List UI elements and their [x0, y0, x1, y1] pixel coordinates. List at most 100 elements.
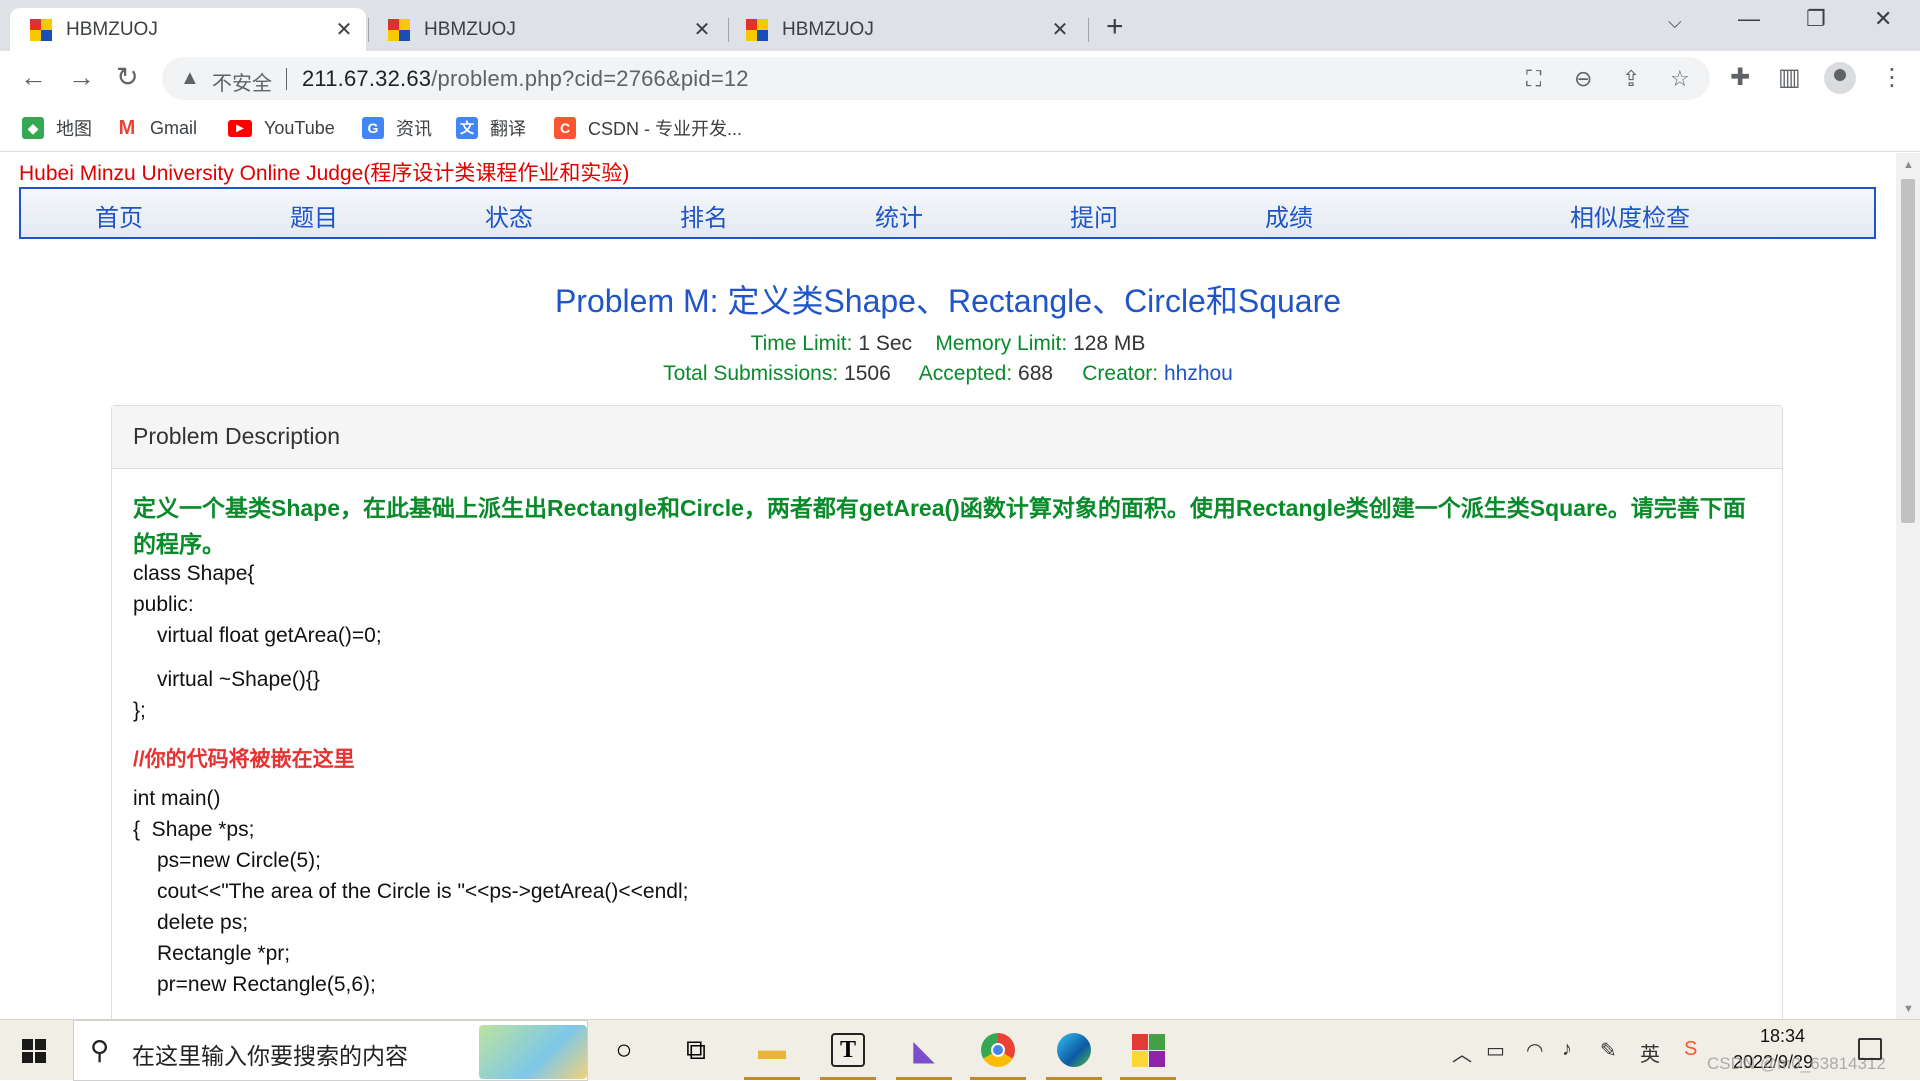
- bookmark-label: Gmail: [150, 117, 198, 138]
- page-viewport: Hubei Minzu University Online Judge(程序设计…: [0, 153, 1896, 1019]
- colorful-app-icon[interactable]: [1120, 1030, 1176, 1080]
- tab-separator: [1088, 18, 1089, 42]
- tab-title: HBMZUOJ: [782, 18, 874, 40]
- bookmark-label: 翻译: [490, 119, 526, 139]
- creator-link[interactable]: hhzhou: [1164, 362, 1233, 385]
- news-icon: G: [362, 117, 384, 139]
- code-line: class Shape{: [133, 562, 255, 585]
- tab-2[interactable]: HBMZUOJ ✕: [368, 8, 724, 51]
- forward-arrow-icon[interactable]: →: [68, 62, 95, 93]
- minimize-icon[interactable]: —: [1738, 6, 1760, 32]
- typora-icon[interactable]: T: [820, 1030, 876, 1080]
- url-path: /problem.php?cid=2766&pid=12: [431, 66, 749, 91]
- warning-triangle-icon[interactable]: ▲: [180, 67, 200, 90]
- address-divider: [286, 68, 287, 90]
- windows-start-icon[interactable]: [22, 1039, 46, 1063]
- code-line: pr=new Rectangle(5,6);: [157, 973, 376, 996]
- tab-close-icon[interactable]: ✕: [688, 17, 716, 42]
- tab-3[interactable]: HBMZUOJ ✕: [726, 8, 1082, 51]
- zoom-out-icon[interactable]: ⊖: [1574, 66, 1592, 92]
- site-favicon-icon: [388, 18, 410, 41]
- share-icon[interactable]: ⇪: [1622, 66, 1640, 92]
- page-scrollbar[interactable]: ▲ ▼: [1896, 153, 1920, 1019]
- windows-taskbar: ⚲ 在这里输入你要搜索的内容 ○ ⧉ ▬ T ◣ ︿ ▭ ◠ ♪ ✎ 英 S 1…: [0, 1019, 1920, 1081]
- search-highlight-illustration: [479, 1025, 587, 1079]
- volume-icon[interactable]: ♪: [1562, 1038, 1572, 1061]
- nav-home[interactable]: 首页: [95, 198, 143, 233]
- time-limit-value: 1 Sec: [858, 332, 913, 355]
- battery-icon[interactable]: ▭: [1486, 1038, 1505, 1063]
- nav-similarity-check[interactable]: 相似度检查: [1570, 198, 1690, 233]
- tray-expand-chevron-icon[interactable]: ︿: [1452, 1038, 1472, 1067]
- tab-1[interactable]: HBMZUOJ ✕: [10, 8, 366, 51]
- wifi-icon[interactable]: ◠: [1526, 1038, 1543, 1063]
- bookmark-maps[interactable]: ◆ 地图: [22, 114, 92, 142]
- nav-statistics[interactable]: 统计: [875, 198, 923, 233]
- embed-note: //你的代码将被嵌在这里: [133, 748, 355, 771]
- translate-icon: 文: [456, 117, 478, 139]
- maps-icon: ◆: [22, 117, 44, 139]
- cortana-circle-icon[interactable]: ○: [604, 1030, 644, 1070]
- bookmark-youtube[interactable]: ▶ YouTube: [228, 114, 335, 142]
- code-line: Rectangle *pr;: [157, 942, 291, 965]
- taskbar-search-box[interactable]: ⚲ 在这里输入你要搜索的内容: [73, 1020, 588, 1081]
- bookmark-news[interactable]: G 资讯: [362, 114, 432, 142]
- bookmark-label: 地图: [56, 119, 92, 139]
- time-limit-label: Time Limit:: [750, 332, 853, 355]
- scroll-down-arrow-icon[interactable]: ▼: [1903, 1003, 1914, 1015]
- nav-status[interactable]: 状态: [485, 198, 533, 233]
- site-navbar: 首页 题目 状态 排名 统计 提问 成绩 相似度检查: [19, 187, 1876, 239]
- new-tab-icon[interactable]: +: [1106, 10, 1124, 44]
- bookmark-star-icon[interactable]: ☆: [1670, 66, 1690, 92]
- translate-icon[interactable]: ⛶: [1526, 66, 1541, 92]
- nav-problems[interactable]: 题目: [290, 198, 338, 233]
- visual-studio-icon[interactable]: ◣: [896, 1030, 952, 1080]
- ime-language-indicator[interactable]: 英: [1640, 1038, 1660, 1067]
- url-text[interactable]: 211.67.32.63/problem.php?cid=2766&pid=12: [302, 66, 749, 92]
- tab-close-icon[interactable]: ✕: [1046, 17, 1074, 42]
- extensions-puzzle-icon[interactable]: ✚: [1730, 63, 1750, 92]
- tab-title: HBMZUOJ: [424, 18, 516, 40]
- close-window-icon[interactable]: ✕: [1874, 6, 1892, 32]
- edge-icon[interactable]: [1046, 1030, 1102, 1080]
- problem-stats: Total Submissions: 1506 Accepted: 688 Cr…: [0, 362, 1896, 386]
- nav-ranklist[interactable]: 排名: [680, 198, 728, 233]
- address-bar[interactable]: ▲ 不安全 211.67.32.63/problem.php?cid=2766&…: [162, 57, 1710, 100]
- tab-strip: HBMZUOJ ✕ HBMZUOJ ✕ HBMZUOJ ✕ + ⌵ — ❐ ✕: [0, 0, 1920, 51]
- bookmark-translate[interactable]: 文 翻译: [456, 114, 526, 142]
- code-line: ps=new Circle(5);: [157, 849, 321, 872]
- accepted-label: Accepted:: [918, 362, 1013, 385]
- accepted-value: 688: [1018, 362, 1054, 385]
- csdn-tray-icon[interactable]: S: [1684, 1038, 1697, 1061]
- file-explorer-icon[interactable]: ▬: [744, 1030, 800, 1080]
- side-panel-icon[interactable]: ▥: [1778, 63, 1801, 92]
- bookmark-label: 资讯: [396, 119, 432, 139]
- chrome-icon[interactable]: [970, 1030, 1026, 1080]
- nav-scores[interactable]: 成绩: [1265, 198, 1313, 233]
- insecure-label[interactable]: 不安全: [212, 67, 272, 96]
- bookmark-gmail[interactable]: M Gmail: [116, 114, 197, 142]
- restore-icon[interactable]: ❐: [1806, 6, 1826, 32]
- site-favicon-icon: [30, 18, 52, 41]
- search-icon: ⚲: [90, 1035, 110, 1065]
- bookmark-label: YouTube: [264, 117, 335, 138]
- tab-search-chevron-icon[interactable]: ⌵: [1668, 12, 1682, 33]
- tab-title: HBMZUOJ: [66, 18, 158, 40]
- scroll-thumb[interactable]: [1901, 179, 1915, 523]
- notification-center-icon[interactable]: [1858, 1038, 1882, 1060]
- scroll-up-arrow-icon[interactable]: ▲: [1903, 159, 1914, 171]
- problem-description-panel: Problem Description 定义一个基类Shape，在此基础上派生出…: [111, 405, 1783, 1019]
- clock-time[interactable]: 18:34: [1760, 1026, 1805, 1047]
- back-arrow-icon[interactable]: ←: [20, 62, 47, 93]
- site-title: Hubei Minzu University Online Judge(程序设计…: [19, 162, 630, 185]
- bookmark-csdn[interactable]: C CSDN - 专业开发...: [554, 114, 742, 142]
- nav-questions[interactable]: 提问: [1070, 198, 1118, 233]
- tab-close-icon[interactable]: ✕: [330, 17, 358, 42]
- task-view-icon[interactable]: ⧉: [676, 1030, 716, 1070]
- reload-icon[interactable]: ↻: [116, 62, 139, 93]
- total-submissions-value: 1506: [844, 362, 891, 385]
- pen-icon[interactable]: ✎: [1600, 1038, 1617, 1063]
- more-menu-icon[interactable]: ⋮: [1880, 63, 1904, 92]
- profile-avatar[interactable]: [1824, 62, 1856, 94]
- code-line: virtual float getArea()=0;: [157, 624, 382, 647]
